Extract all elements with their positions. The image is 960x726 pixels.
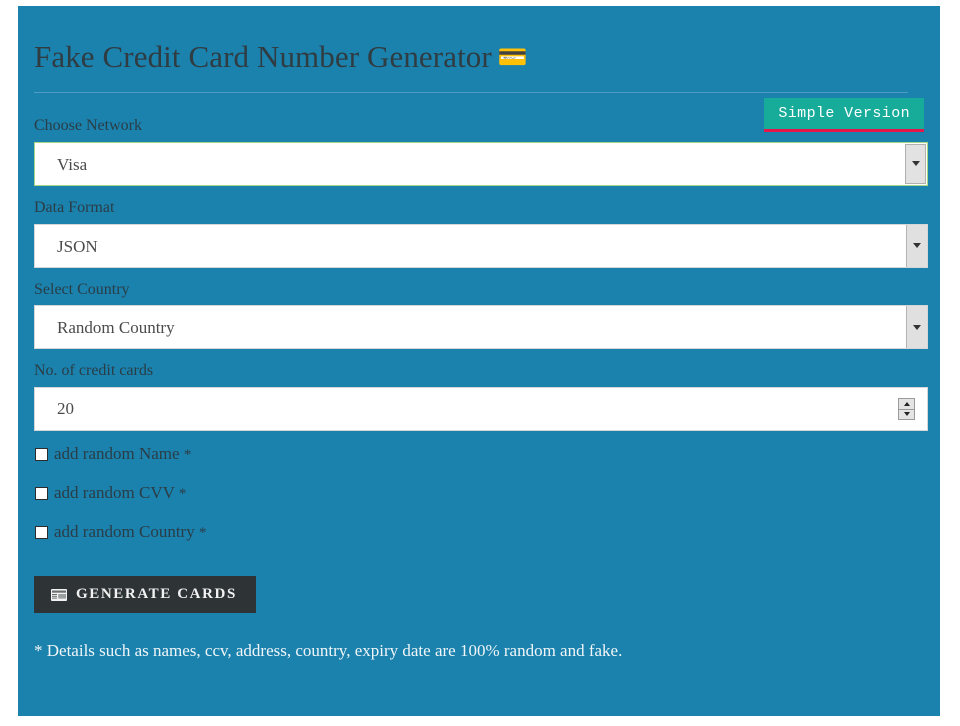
add-random-cvv-label: add random CVV * bbox=[54, 483, 187, 503]
field-format: Data Format JSON bbox=[34, 198, 928, 268]
network-select-wrap: Visa bbox=[34, 141, 928, 186]
field-network: Choose Network Visa bbox=[34, 116, 928, 186]
network-select[interactable]: Visa bbox=[34, 141, 928, 186]
format-select-wrap: JSON bbox=[34, 223, 928, 268]
header-divider bbox=[34, 92, 908, 93]
add-random-country-checkbox[interactable] bbox=[35, 525, 48, 539]
generator-form: Choose Network Visa Data Format JSON Sel… bbox=[34, 116, 928, 663]
field-country: Select Country Random Country bbox=[34, 280, 928, 350]
generate-cards-label: Generate Cards bbox=[76, 586, 237, 603]
page-title-text: Fake Credit Card Number Generator bbox=[34, 39, 492, 74]
add-random-cvv-checkbox[interactable] bbox=[35, 486, 48, 500]
count-input-wrap bbox=[34, 387, 928, 432]
count-input[interactable] bbox=[34, 387, 928, 432]
checkbox-row-name: add random Name * bbox=[34, 445, 928, 463]
page-title: Fake Credit Card Number Generator 💳 bbox=[34, 38, 908, 77]
format-label: Data Format bbox=[34, 198, 115, 216]
country-label: Select Country bbox=[34, 280, 130, 298]
disclaimer-note: * Details such as names, ccv, address, c… bbox=[34, 641, 623, 661]
page-title-row: Fake Credit Card Number Generator 💳 bbox=[34, 38, 908, 77]
network-label: Choose Network bbox=[34, 117, 142, 134]
add-random-name-checkbox[interactable] bbox=[35, 447, 48, 461]
country-select-wrap: Random Country bbox=[34, 305, 928, 350]
country-select[interactable]: Random Country bbox=[34, 305, 928, 350]
generator-panel: Fake Credit Card Number Generator 💳 Simpl… bbox=[18, 6, 940, 716]
format-select[interactable]: JSON bbox=[34, 223, 928, 268]
field-count: No. of credit cards bbox=[34, 361, 928, 432]
generate-cards-button[interactable]: Generate Cards bbox=[34, 576, 256, 614]
credit-card-icon bbox=[51, 588, 67, 601]
credit-card-emoji-icon: 💳 bbox=[497, 43, 528, 71]
page-root: Fake Credit Card Number Generator 💳 Simpl… bbox=[0, 0, 960, 726]
options-checkbox-group: add random Name * add random CVV * add r… bbox=[34, 445, 928, 541]
add-random-name-label: add random Name * bbox=[54, 444, 192, 464]
checkbox-row-cvv: add random CVV * bbox=[34, 484, 928, 502]
count-label: No. of credit cards bbox=[34, 362, 154, 380]
checkbox-row-country: add random Country * bbox=[34, 523, 928, 541]
add-random-country-label: add random Country * bbox=[54, 522, 207, 542]
